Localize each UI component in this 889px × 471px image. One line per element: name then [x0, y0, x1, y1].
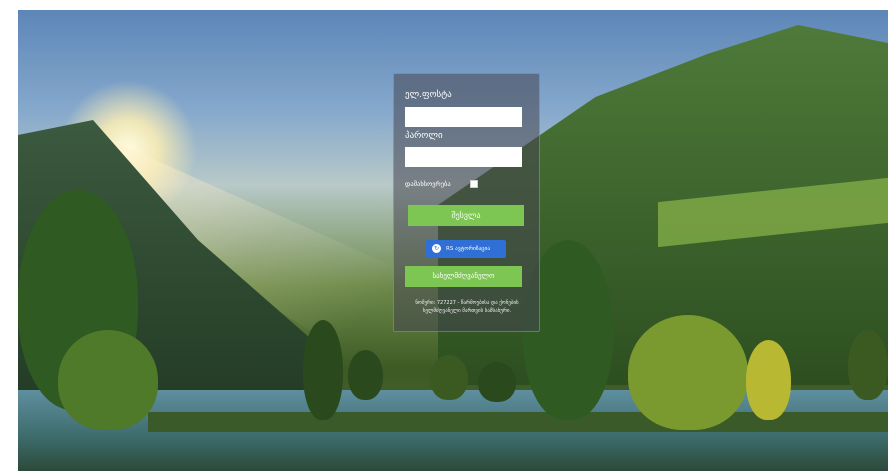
footer-note: ნომერი: 727227 - წარმოებისა და ქონების ხ… — [415, 300, 519, 314]
tree-mid-1 — [303, 320, 343, 420]
tree-mid-2 — [348, 350, 383, 400]
password-input[interactable] — [405, 147, 522, 167]
rs-auth-label: RS ავტორიზაცია — [446, 246, 491, 252]
tree-right-willow — [628, 315, 748, 430]
login-button[interactable]: შესვლა — [408, 205, 524, 226]
manual-button[interactable]: სახელმძღვანელო — [405, 266, 522, 287]
rs-auth-button[interactable]: ↻ RS ავტორიზაცია — [426, 240, 506, 258]
email-input[interactable] — [405, 107, 522, 127]
tree-left-willow — [58, 330, 158, 430]
email-label: ელ.ფოსტა — [405, 90, 452, 100]
login-panel: ელ.ფოსტა პაროლი დამახსოვრება შესვლა ↻ RS… — [393, 73, 540, 332]
tree-far-right — [848, 330, 888, 400]
tree-right-yellow — [746, 340, 791, 420]
remember-label: დამახსოვრება — [405, 180, 451, 188]
remember-checkbox[interactable] — [470, 180, 478, 188]
tree-mid-4 — [478, 362, 516, 402]
password-label: პაროლი — [405, 131, 443, 141]
refresh-icon: ↻ — [432, 244, 441, 253]
tree-mid-3 — [430, 355, 468, 400]
